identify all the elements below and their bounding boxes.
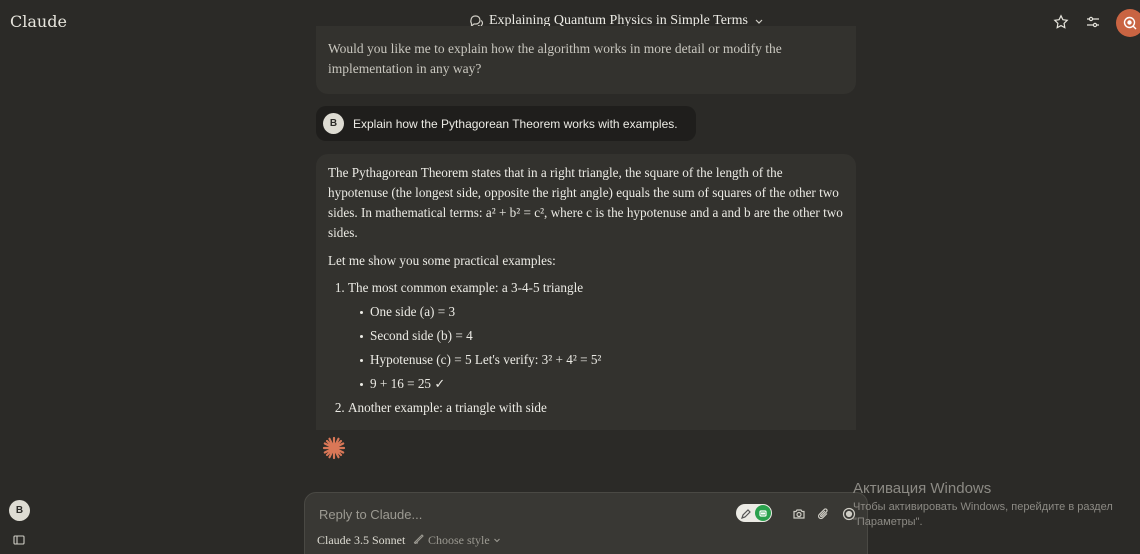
app-logo[interactable]: Claude	[10, 12, 67, 31]
attach-button[interactable]	[812, 503, 834, 525]
assistant-paragraph: Let me show you some practical examples:	[328, 253, 556, 268]
previous-assistant-message: Would you like me to explain how the alg…	[316, 26, 856, 94]
list-item-text: The most common example: a 3-4-5 triangl…	[348, 280, 584, 295]
bullet-list: One side (a) = 3 Second side (b) = 4 Hyp…	[348, 302, 844, 394]
style-selector-label: Choose style	[428, 532, 490, 547]
windows-activation-text: Чтобы активировать Windows, перейдите в …	[853, 501, 1113, 528]
list-item: Another example: a triangle with side	[348, 398, 844, 418]
user-message: B Explain how the Pythagorean Theorem wo…	[316, 106, 696, 141]
windows-activation-title: Активация Windows	[853, 480, 992, 497]
bullet-item: Hypotenuse (c) = 5 Let's verify: 3² + 4²…	[360, 350, 844, 370]
bullet-item: Second side (b) = 4	[360, 326, 844, 346]
assistant-message: The Pythagorean Theorem states that in a…	[316, 154, 856, 430]
camera-icon	[793, 509, 805, 519]
profile-icon	[1123, 16, 1137, 30]
chat-settings-button[interactable]	[1082, 11, 1104, 33]
profile-button[interactable]	[1116, 9, 1140, 37]
list-item: The most common example: a 3-4-5 triangl…	[348, 278, 844, 394]
grammarly-toggle[interactable]	[736, 504, 772, 522]
list-item-text: Another example: a triangle with side	[348, 400, 547, 415]
chevron-down-icon	[754, 16, 764, 26]
sidebar-toggle-button[interactable]	[13, 533, 25, 551]
reply-input[interactable]	[317, 505, 717, 523]
assistant-paragraph: The Pythagorean Theorem states that in a…	[328, 165, 843, 240]
screenshot-button[interactable]	[788, 503, 810, 525]
sidebar-icon	[13, 535, 25, 545]
quill-icon	[413, 532, 425, 548]
grammarly-icon	[755, 505, 771, 521]
account-avatar[interactable]: B	[9, 500, 30, 521]
star-button[interactable]	[1050, 11, 1072, 33]
model-selector[interactable]: Claude 3.5 Sonnet	[317, 533, 405, 548]
reply-composer: Claude 3.5 Sonnet Choose style	[304, 492, 868, 554]
paperclip-icon	[818, 508, 828, 520]
chevron-down-icon	[493, 533, 501, 548]
claude-app: Claude Explaining Quantum Physics in Sim…	[0, 0, 1140, 554]
claude-spark-icon	[322, 436, 346, 465]
user-avatar: B	[323, 113, 344, 134]
pen-icon	[740, 507, 751, 525]
style-selector[interactable]: Choose style	[413, 532, 501, 548]
examples-list: The most common example: a 3-4-5 triangl…	[328, 278, 844, 418]
user-message-text: Explain how the Pythagorean Theorem work…	[353, 116, 678, 131]
bullet-item: One side (a) = 3	[360, 302, 844, 322]
bullet-item: 9 + 16 = 25 ✓	[360, 374, 844, 394]
sliders-icon	[1087, 16, 1099, 28]
star-icon	[1053, 14, 1069, 29]
